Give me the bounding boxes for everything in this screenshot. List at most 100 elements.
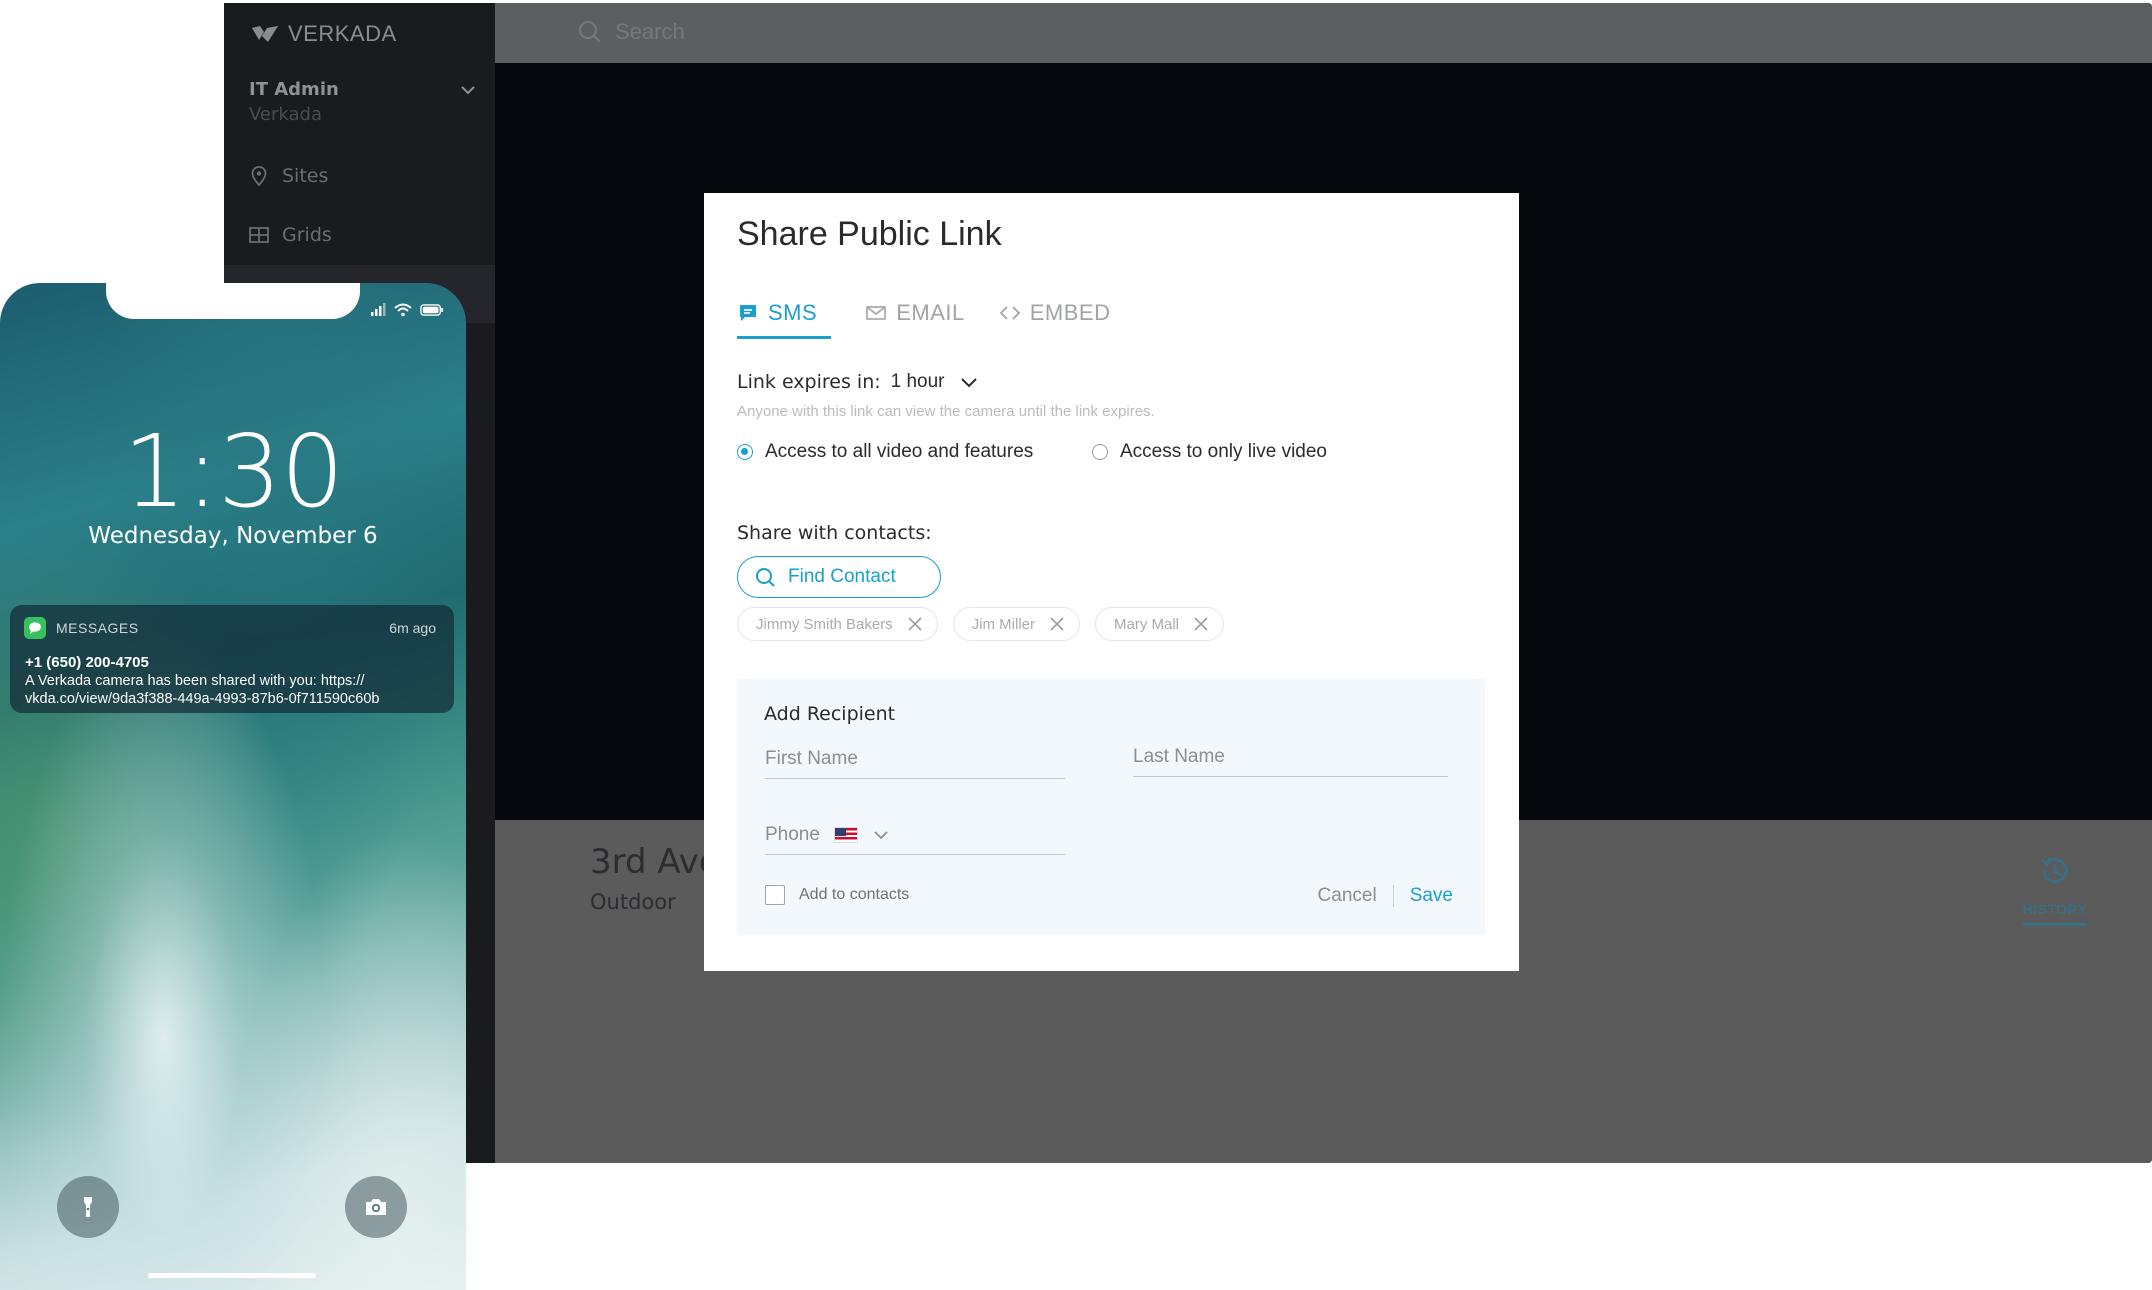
expiry-note: Anyone with this link can view the camer…	[737, 403, 1155, 420]
messages-app-icon	[24, 617, 46, 639]
save-button[interactable]: Save	[1410, 885, 1453, 907]
expires-label: Link expires in:	[737, 371, 881, 393]
last-name-input[interactable]	[1133, 737, 1448, 776]
battery-icon	[420, 304, 444, 316]
wifi-icon	[394, 303, 412, 317]
top-bar: Search	[495, 3, 2152, 63]
phone-field[interactable]: Phone	[765, 815, 1065, 855]
expiry-select[interactable]: 1 hour	[891, 371, 979, 393]
chevron-down-icon	[461, 86, 475, 95]
tab-label: EMBED	[1029, 300, 1111, 325]
sidebar-item-sites[interactable]: Sites	[248, 165, 328, 187]
tab-email[interactable]: EMAIL	[865, 293, 965, 333]
tab-label: SMS	[768, 300, 818, 325]
first-name-field	[765, 739, 1065, 779]
user-switcher[interactable]: IT Admin Verkada	[249, 79, 489, 125]
notification-sender: +1 (650) 200-4705	[25, 654, 149, 671]
map-pin-icon	[251, 166, 267, 187]
link-expiry-row: Link expires in: 1 hour	[737, 371, 979, 393]
share-tabs: SMS EMAIL EMBED	[737, 293, 1111, 339]
close-icon[interactable]	[907, 616, 923, 632]
grid-icon	[249, 227, 269, 243]
share-public-link-modal: Share Public Link SMS EMAIL EMBED Link e…	[704, 193, 1519, 971]
active-tab-underline	[2023, 923, 2087, 926]
expiry-value: 1 hour	[890, 371, 945, 392]
mail-icon	[866, 306, 886, 320]
notification-body: A Verkada camera has been shared with yo…	[25, 673, 380, 707]
notification-app-name: MESSAGES	[56, 620, 139, 636]
screenshot-stage: VERKADA IT Admin Verkada Sites Grids Sea…	[0, 0, 2152, 1290]
radio-button-checked[interactable]	[737, 444, 753, 460]
message-icon	[740, 305, 756, 321]
camera-button[interactable]	[345, 1176, 407, 1238]
camera-title: 3rd Ave	[590, 842, 720, 882]
contact-chip-label: Mary Mall	[1114, 615, 1180, 633]
tab-sms[interactable]: SMS	[737, 293, 832, 339]
us-flag-icon[interactable]	[833, 826, 858, 843]
add-recipient-title: Add Recipient	[764, 703, 896, 725]
camera-subtitle: Outdoor	[590, 890, 676, 914]
status-bar	[370, 303, 444, 317]
lock-screen-date: Wednesday, November 6	[88, 523, 378, 549]
verkada-logo-icon	[252, 26, 278, 42]
radio-label: Access to all video and features	[765, 441, 1034, 462]
contact-chip: Mary Mall	[1095, 607, 1225, 641]
radio-button[interactable]	[1092, 444, 1108, 460]
signal-icon	[371, 303, 386, 316]
message-notification[interactable]: MESSAGES 6m ago +1 (650) 200-4705 A Verk…	[10, 605, 454, 713]
radio-label: Access to only live video	[1120, 441, 1327, 462]
home-indicator[interactable]	[148, 1273, 316, 1278]
flashlight-icon	[84, 1197, 92, 1217]
user-name: IT Admin	[249, 79, 339, 100]
brand-logo[interactable]: VERKADA	[250, 21, 397, 47]
contact-chip: Jim Miller	[952, 607, 1081, 641]
chevron-down-icon	[960, 378, 977, 388]
cancel-button[interactable]: Cancel	[1318, 885, 1377, 907]
tab-history[interactable]: HISTORY	[2010, 852, 2100, 926]
sidebar-item-label: Grids	[282, 224, 332, 246]
find-contact-label: Find Contact	[788, 566, 896, 587]
lock-screen-time: 1:30	[122, 413, 345, 530]
add-to-contacts-checkbox[interactable]	[765, 885, 785, 905]
speech-bubble-icon	[29, 622, 41, 634]
recipient-actions: Cancel Save	[1318, 885, 1453, 907]
brand-name: VERKADA	[288, 21, 397, 46]
search-icon	[579, 21, 601, 43]
last-name-field	[1133, 737, 1448, 777]
camera-icon	[366, 1199, 386, 1215]
search-box[interactable]: Search	[577, 19, 685, 45]
user-org: Verkada	[249, 104, 322, 125]
close-icon[interactable]	[1049, 616, 1065, 632]
notification-app: MESSAGES	[24, 617, 139, 639]
notification-time: 6m ago	[389, 620, 436, 636]
selected-contacts: Jimmy Smith Bakers Jim Miller Mary Mall	[737, 607, 1225, 641]
sidebar-item-grids[interactable]: Grids	[248, 224, 332, 246]
contacts-label: Share with contacts:	[737, 522, 932, 544]
add-recipient-panel: Add Recipient Phone Add to contacts Canc…	[737, 679, 1485, 935]
add-to-contacts-row[interactable]: Add to contacts	[765, 885, 909, 905]
search-placeholder: Search	[615, 19, 685, 44]
sidebar-item-label: Sites	[282, 165, 329, 187]
flashlight-button[interactable]	[57, 1176, 119, 1238]
modal-title: Share Public Link	[737, 215, 1002, 253]
contact-chip-label: Jim Miller	[971, 615, 1036, 633]
history-icon	[2041, 857, 2068, 884]
tab-label: EMAIL	[896, 300, 965, 325]
code-icon	[999, 306, 1020, 320]
radio-live-only[interactable]: Access to only live video	[1092, 441, 1327, 463]
find-contact-button[interactable]: Find Contact	[737, 556, 941, 598]
close-icon[interactable]	[1193, 616, 1209, 632]
search-icon	[756, 568, 775, 587]
first-name-input[interactable]	[765, 739, 1065, 778]
chevron-down-icon[interactable]	[872, 826, 890, 844]
divider	[1392, 885, 1394, 907]
tab-embed[interactable]: EMBED	[999, 293, 1111, 333]
iphone-lock-screen: 1:30 Wednesday, November 6 MESSAGES 6m a…	[0, 283, 466, 1290]
phone-label: Phone	[765, 823, 820, 845]
contact-chip-label: Jimmy Smith Bakers	[756, 615, 893, 633]
radio-all-video[interactable]: Access to all video and features	[737, 441, 1033, 463]
contact-chip: Jimmy Smith Bakers	[737, 607, 938, 641]
history-label: HISTORY	[2022, 901, 2088, 917]
add-to-contacts-label: Add to contacts	[799, 886, 910, 903]
phone-notch	[106, 283, 360, 319]
